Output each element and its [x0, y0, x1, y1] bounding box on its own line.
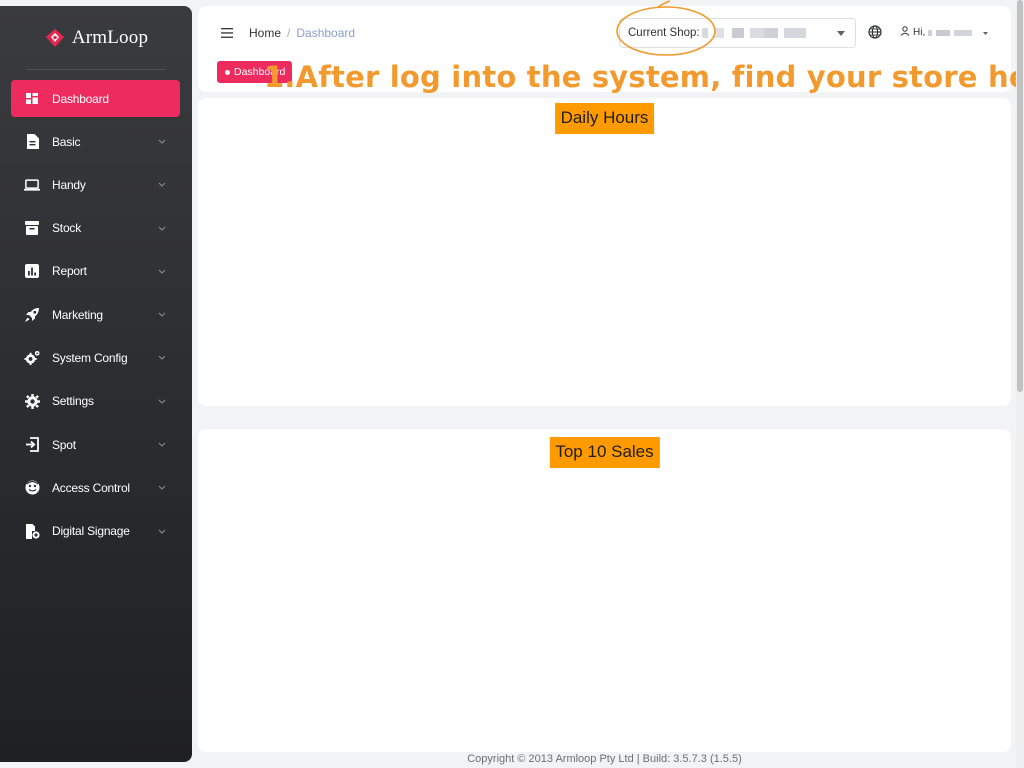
top-10-sales-card: Top 10 Sales	[198, 429, 1011, 752]
top-10-sales-title: Top 10 Sales	[549, 437, 660, 468]
brand-logo[interactable]: ArmLoop	[26, 6, 166, 70]
tutorial-annotation: 1.After log into the system, find your s…	[264, 60, 1024, 94]
sidebar: ArmLoop Dashboard Basic Handy Stock Repo…	[0, 6, 192, 762]
sidebar-item-report[interactable]: Report	[11, 253, 180, 290]
globe-language-icon[interactable]	[868, 25, 882, 39]
face-icon	[24, 480, 40, 496]
user-menu[interactable]: Hi,	[900, 26, 989, 39]
sidebar-item-spot[interactable]: Spot	[11, 426, 180, 463]
current-shop-label: Current Shop:	[628, 27, 700, 39]
chevron-down-icon	[158, 527, 166, 535]
sidebar-item-stock[interactable]: Stock	[11, 210, 180, 247]
chevron-down-icon	[158, 484, 166, 492]
sidebar-item-label: Access Control	[52, 480, 130, 495]
scrollbar-thumb[interactable]	[1017, 0, 1023, 392]
brand-name: ArmLoop	[71, 26, 149, 48]
archive-icon	[24, 220, 40, 236]
caret-down-icon	[837, 27, 845, 39]
daily-hours-card: Daily Hours	[198, 98, 1011, 406]
sidebar-item-label: Settings	[52, 394, 94, 409]
footer-copyright: Copyright © 2013 Armloop Pty Ltd | Build…	[467, 753, 742, 765]
sidebar-item-label: Stock	[52, 221, 82, 236]
hamburger-menu-icon[interactable]	[220, 26, 234, 38]
sidebar-item-label: Basic	[52, 134, 81, 149]
caret-down-icon	[983, 27, 989, 38]
chevron-down-icon	[158, 397, 166, 405]
sidebar-item-access-control[interactable]: Access Control	[11, 469, 180, 506]
sidebar-item-basic[interactable]: Basic	[11, 123, 180, 160]
sidebar-item-settings[interactable]: Settings	[11, 383, 180, 420]
chevron-down-icon	[158, 311, 166, 319]
current-shop-value	[701, 28, 827, 38]
sidebar-item-label: Spot	[52, 437, 76, 452]
current-shop-select[interactable]: Current Shop:	[619, 18, 856, 48]
chevron-down-icon	[158, 354, 166, 362]
sidebar-item-dashboard[interactable]: Dashboard	[11, 80, 180, 117]
page-scrollbar[interactable]	[1016, 0, 1024, 768]
breadcrumb: Home / Dashboard	[249, 26, 355, 40]
user-name	[928, 29, 973, 36]
chevron-down-icon	[158, 267, 166, 275]
sidebar-item-system-config[interactable]: System Config	[11, 339, 180, 376]
sidebar-item-label: System Config	[52, 350, 128, 365]
chevron-down-icon	[158, 441, 166, 449]
sidebar-item-label: Handy	[52, 177, 86, 192]
user-greeting: Hi,	[913, 27, 926, 38]
chevron-down-icon	[158, 181, 166, 189]
document-icon	[24, 134, 40, 150]
signage-icon	[24, 523, 40, 539]
rocket-icon	[24, 307, 40, 323]
gear-config-icon	[24, 350, 40, 366]
dashboard-icon	[24, 91, 40, 107]
breadcrumb-current: Dashboard	[296, 26, 356, 40]
armloop-logo-icon	[44, 28, 66, 48]
user-icon	[900, 26, 910, 39]
sidebar-item-label: Dashboard	[52, 91, 109, 106]
breadcrumb-separator: /	[287, 26, 291, 40]
sidebar-item-marketing[interactable]: Marketing	[11, 296, 180, 333]
sidebar-item-handy[interactable]: Handy	[11, 166, 180, 203]
breadcrumb-home[interactable]: Home	[249, 26, 281, 40]
sidebar-item-digital-signage[interactable]: Digital Signage	[11, 513, 180, 550]
chevron-down-icon	[158, 138, 166, 146]
sidebar-item-label: Digital Signage	[52, 524, 130, 539]
bar-chart-icon	[24, 263, 40, 279]
sidebar-nav: Dashboard Basic Handy Stock Report Marke…	[0, 80, 192, 550]
chevron-down-icon	[158, 224, 166, 232]
sidebar-item-label: Marketing	[52, 307, 103, 322]
active-dot-icon	[225, 69, 230, 75]
sidebar-item-label: Report	[52, 264, 87, 279]
login-icon	[24, 437, 40, 453]
laptop-icon	[24, 177, 40, 193]
gear-icon	[24, 393, 40, 409]
daily-hours-title: Daily Hours	[554, 103, 655, 134]
